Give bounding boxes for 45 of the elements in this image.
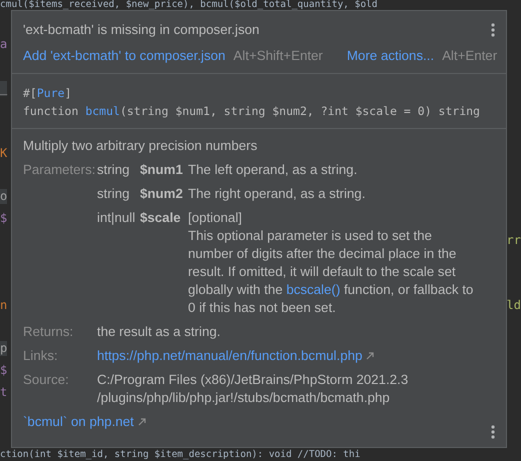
shortcut-hint: Alt+Shift+Enter <box>233 48 323 63</box>
code-fragment: K <box>0 146 8 161</box>
section-label: Returns: <box>23 323 74 341</box>
code-fragment: $ <box>0 211 8 226</box>
code-fragment: p <box>0 341 8 356</box>
external-link-icon <box>366 352 374 360</box>
param-description: The right operand, as a string. <box>188 186 366 201</box>
param-type: string <box>97 185 131 203</box>
shortcut-hint: Alt+Enter <box>442 48 498 63</box>
param-type: string <box>97 161 131 179</box>
source-path: C:/Program Files (x86)/JetBrains/PhpStorm 2021.2.3 <box>97 371 410 389</box>
code-fragment: a <box>0 37 8 52</box>
param-type: int|null <box>97 209 136 227</box>
quick-fix-link[interactable]: More actions... <box>346 48 434 63</box>
php-net-link[interactable]: `bcmul` on php.net <box>23 414 134 429</box>
param-description: The left operand, as a string. <box>188 162 358 177</box>
function-link[interactable]: bcscale() <box>286 282 340 297</box>
param-name: $num1 <box>140 161 184 179</box>
param-detail: This optional parameter is used to set the number of digits after the decimal place in the result. If omitted, it will default to the scale set globally with the bcscale() function, or fallback to 0 if this has not been set. <box>188 227 474 317</box>
quick-fix-link[interactable]: Add 'ext-bcmath' to composer.json <box>23 48 226 63</box>
manual-link[interactable]: https://php.net/manual/en/function.bcmul.php <box>97 348 362 363</box>
signature-line: #[Pure] <box>23 85 72 102</box>
code-fragment: t <box>0 385 8 400</box>
code-fragment: o <box>0 189 8 204</box>
param-name: $scale <box>140 209 182 227</box>
more-options-icon[interactable] <box>491 23 495 37</box>
code-fragment: rr <box>506 233 521 248</box>
code-line: ction(int $item_id, string $item_description): void //TODO: thi <box>0 450 360 459</box>
param-description: [optional] <box>188 210 242 225</box>
code-fragment: ld <box>506 298 521 313</box>
returns-text: the result as a string. <box>97 323 222 341</box>
section-label: Links: <box>23 347 59 365</box>
code-fragment: n <box>0 298 8 313</box>
source-path: /plugins/php/lib/php.jar!/stubs/bcmath/bcmath.php <box>97 389 391 407</box>
section-label: Parameters: <box>23 161 96 179</box>
code-fragment: _ <box>0 81 8 96</box>
description: Multiply two arbitrary precision numbers <box>23 137 258 155</box>
code-fragment: $ <box>0 363 8 378</box>
external-link-icon <box>138 418 146 426</box>
problem-message: 'ext-bcmath' is missing in composer.json <box>23 22 260 37</box>
signature-line: function bcmul(string $num1, string $num2, ?int $scale = 0) string <box>23 103 481 120</box>
more-options-icon[interactable] <box>491 425 495 439</box>
code-line: cmul($items_received, $new_price), bcmul($old_total_quantity, $old <box>0 0 378 9</box>
param-name: $num2 <box>140 185 184 203</box>
section-label: Source: <box>23 371 70 389</box>
